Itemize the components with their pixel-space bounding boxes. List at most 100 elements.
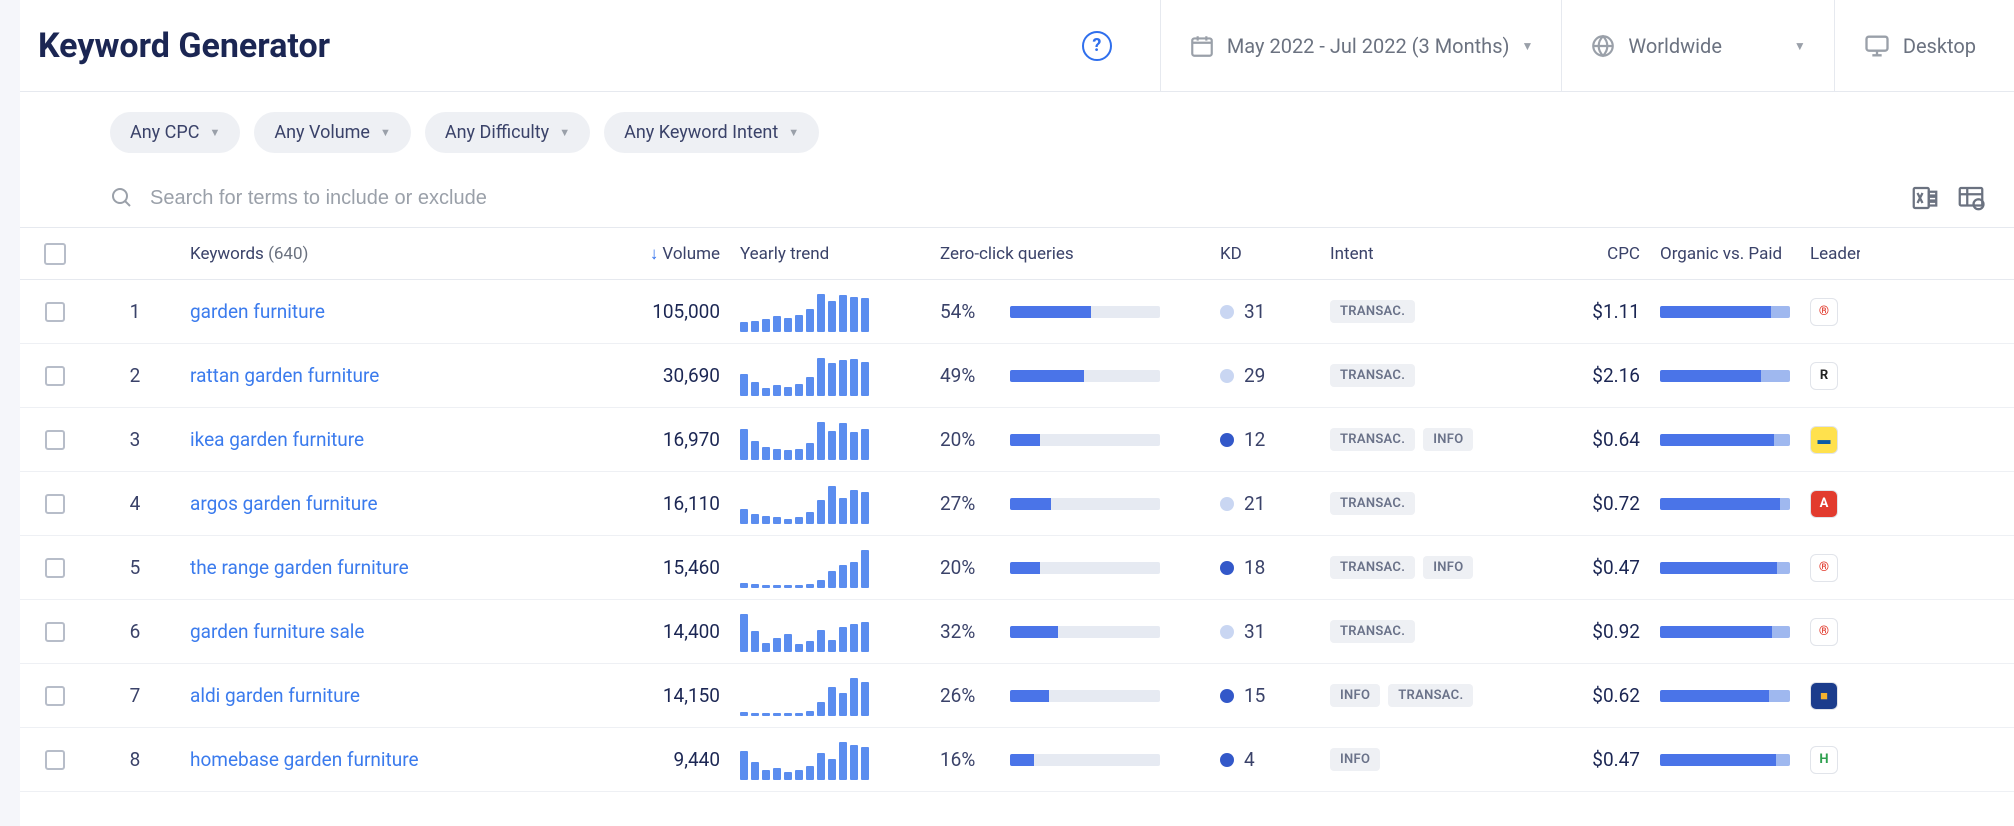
row-index: 4 [90,492,180,515]
leader-favicon[interactable]: ® [1810,618,1838,646]
organic-vs-paid-bar [1660,562,1790,574]
kd-dot-icon [1220,561,1234,575]
keyword-link[interactable]: aldi garden furniture [190,684,360,707]
kd-value: 4 [1244,748,1255,771]
leader-favicon[interactable]: A [1810,490,1838,518]
kd-cell: 15 [1210,684,1320,707]
filter-cpc-label: Any CPC [130,122,199,143]
export-excel-icon[interactable] [1910,183,1940,213]
leader-favicon[interactable]: R [1810,362,1838,390]
intent-tag: TRANSAC. [1330,428,1415,451]
divider [1561,0,1562,92]
filter-difficulty[interactable]: Any Difficulty▼ [425,112,590,153]
sort-desc-icon: ↓ [650,244,659,264]
location-label: Worldwide [1628,34,1722,58]
kd-cell: 21 [1210,492,1320,515]
row-index: 8 [90,748,180,771]
row-checkbox[interactable] [45,686,65,706]
table-row: 5the range garden furniture15,46020%18TR… [20,536,2014,600]
search-input[interactable] [150,187,1894,210]
filter-volume[interactable]: Any Volume▼ [254,112,411,153]
col-organic-vs-paid[interactable]: Organic vs. Paid [1650,244,1800,264]
keyword-link[interactable]: garden furniture [190,300,325,323]
row-checkbox[interactable] [45,622,65,642]
row-checkbox[interactable] [45,430,65,450]
help-icon[interactable]: ? [1082,31,1112,61]
leader-favicon[interactable]: ® [1810,554,1838,582]
trend-sparkline [740,484,920,524]
left-gutter [0,0,20,826]
table-settings-icon[interactable] [1956,183,1986,213]
filter-intent-label: Any Keyword Intent [624,122,778,143]
intent-tag: INFO [1423,556,1473,579]
leader-favicon[interactable]: ® [1810,298,1838,326]
table-row: 7aldi garden furniture14,15026%15INFOTRA… [20,664,2014,728]
date-range-dropdown[interactable]: May 2022 - Jul 2022 (3 Months) ▼ [1179,33,1544,59]
location-dropdown[interactable]: Worldwide ▼ [1580,33,1815,59]
leader-favicon[interactable]: H [1810,746,1838,774]
keyword-link[interactable]: homebase garden furniture [190,748,419,771]
volume-value: 16,970 [590,428,730,451]
row-checkbox[interactable] [45,558,65,578]
kd-dot-icon [1220,497,1234,511]
page-header: Keyword Generator ? May 2022 - Jul 2022 … [20,0,2014,92]
intent-tags: TRANSAC. [1330,620,1510,643]
keyword-link[interactable]: ikea garden furniture [190,428,364,451]
cpc-value: $0.62 [1520,684,1650,707]
zero-click-bar [1010,370,1160,382]
cpc-value: $0.72 [1520,492,1650,515]
kd-cell: 29 [1210,364,1320,387]
filter-bar: Any CPC▼ Any Volume▼ Any Difficulty▼ Any… [20,92,2014,173]
kd-dot-icon [1220,625,1234,639]
keyword-link[interactable]: rattan garden furniture [190,364,379,387]
volume-value: 14,150 [590,684,730,707]
row-checkbox[interactable] [45,750,65,770]
trend-sparkline [740,548,920,588]
col-volume[interactable]: ↓Volume [590,244,730,264]
intent-tags: TRANSAC. [1330,492,1510,515]
kd-dot-icon [1220,753,1234,767]
organic-vs-paid-bar [1660,626,1790,638]
table-row: 2rattan garden furniture30,69049%29TRANS… [20,344,2014,408]
intent-tag: TRANSAC. [1330,492,1415,515]
col-kd[interactable]: KD [1210,244,1320,264]
trend-sparkline [740,676,920,716]
leader-favicon[interactable]: ■ [1810,682,1838,710]
cpc-value: $0.64 [1520,428,1650,451]
select-all-checkbox[interactable] [44,243,66,265]
intent-tag: INFO [1330,748,1380,771]
intent-tag: TRANSAC. [1388,684,1473,707]
col-trend[interactable]: Yearly trend [730,244,930,264]
intent-tag: INFO [1423,428,1473,451]
trend-sparkline [740,292,920,332]
intent-tag: TRANSAC. [1330,364,1415,387]
organic-vs-paid-bar [1660,370,1790,382]
leader-favicon[interactable]: ▬ [1810,426,1838,454]
row-index: 3 [90,428,180,451]
chevron-down-icon: ▼ [1521,39,1533,53]
intent-tags: INFOTRANSAC. [1330,684,1510,707]
search-bar [20,173,2014,228]
filter-intent[interactable]: Any Keyword Intent▼ [604,112,819,153]
col-zero-click[interactable]: Zero-click queries [930,244,1210,264]
volume-value: 9,440 [590,748,730,771]
row-checkbox[interactable] [45,366,65,386]
col-leader[interactable]: Leader [1800,244,1860,264]
row-index: 7 [90,684,180,707]
device-dropdown[interactable]: Desktop [1853,32,1986,60]
filter-cpc[interactable]: Any CPC▼ [110,112,240,153]
keyword-link[interactable]: argos garden furniture [190,492,378,515]
keyword-link[interactable]: the range garden furniture [190,556,409,579]
zero-click-bar [1010,754,1160,766]
col-intent[interactable]: Intent [1320,244,1520,264]
kd-value: 21 [1244,492,1265,515]
cpc-value: $0.47 [1520,748,1650,771]
row-checkbox[interactable] [45,302,65,322]
keyword-link[interactable]: garden furniture sale [190,620,364,643]
col-cpc[interactable]: CPC [1520,244,1650,264]
divider [1160,0,1161,92]
kd-cell: 31 [1210,620,1320,643]
row-checkbox[interactable] [45,494,65,514]
globe-icon [1590,33,1616,59]
col-keywords[interactable]: Keywords (640) [180,244,590,264]
